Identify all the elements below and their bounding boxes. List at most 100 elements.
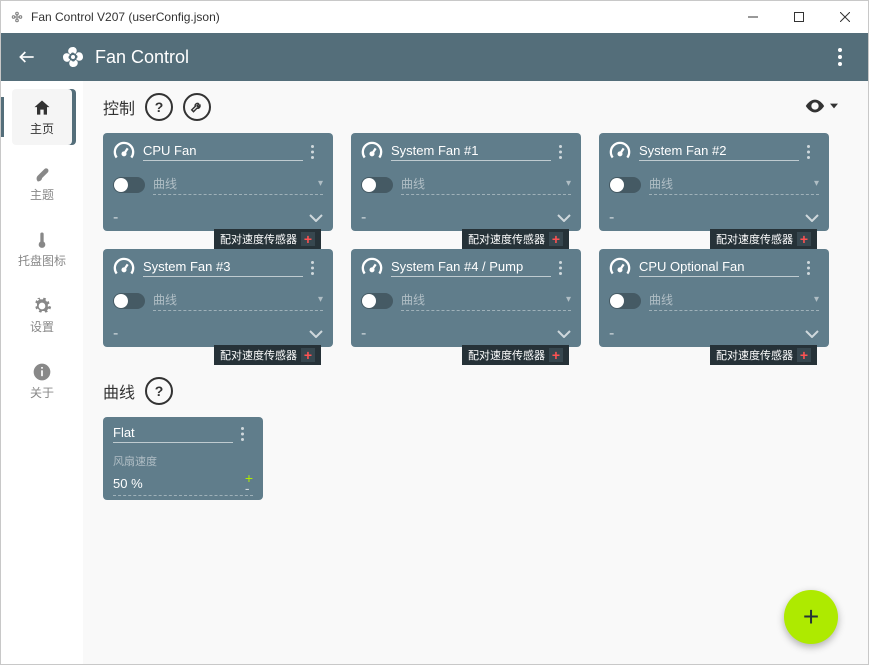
sensor-pair-button[interactable]: 配对速度传感器+ — [462, 229, 569, 249]
close-button[interactable] — [822, 1, 868, 33]
curve-select[interactable]: 曲线▾ — [401, 175, 571, 195]
gear-icon — [32, 296, 52, 316]
info-icon — [32, 362, 52, 382]
curve-select[interactable]: 曲线▾ — [153, 291, 323, 311]
section-curve-header: 曲线 ? — [103, 377, 848, 405]
enable-toggle[interactable] — [113, 177, 145, 193]
expand-button[interactable] — [309, 330, 323, 338]
help-button[interactable]: ? — [145, 93, 173, 121]
control-card: System Fan #4 / Pump曲线▾-配对速度传感器+ — [351, 249, 581, 347]
add-fab[interactable]: + — [784, 590, 838, 644]
curve-select[interactable]: 曲线▾ — [153, 175, 323, 195]
enable-toggle[interactable] — [361, 293, 393, 309]
paint-icon — [32, 164, 52, 184]
sidebar-item-settings[interactable]: 设置 — [12, 287, 72, 343]
card-menu-button[interactable] — [311, 261, 323, 275]
home-icon — [32, 98, 52, 118]
plus-icon: + — [301, 348, 315, 362]
thermometer-icon — [32, 230, 52, 250]
header-menu-button[interactable] — [828, 48, 852, 66]
sidebar-item-theme[interactable]: 主题 — [12, 155, 72, 211]
status-value: - — [609, 209, 614, 227]
minimize-button[interactable] — [730, 1, 776, 33]
chevron-down-icon: ▾ — [814, 178, 819, 189]
fan-name-input[interactable]: CPU Fan — [143, 143, 303, 161]
maximize-button[interactable] — [776, 1, 822, 33]
sidebar-item-label: 托盘图标 — [18, 252, 66, 269]
sensor-pair-button[interactable]: 配对速度传感器+ — [710, 345, 817, 365]
help-button[interactable]: ? — [145, 377, 173, 405]
card-menu-button[interactable] — [241, 427, 253, 441]
expand-button[interactable] — [557, 330, 571, 338]
section-title: 控制 — [103, 95, 135, 119]
app-title: Fan Control — [95, 47, 828, 68]
status-value: - — [361, 325, 366, 343]
curve-name-input[interactable]: Flat — [113, 425, 233, 443]
fan-name-input[interactable]: System Fan #3 — [143, 259, 303, 277]
enable-toggle[interactable] — [361, 177, 393, 193]
control-card: System Fan #2曲线▾-配对速度传感器+ — [599, 133, 829, 231]
curve-select[interactable]: 曲线▾ — [649, 175, 819, 195]
decrease-button[interactable]: - — [245, 483, 253, 493]
gauge-icon — [361, 257, 383, 279]
status-value: - — [113, 325, 118, 343]
curve-select[interactable]: 曲线▾ — [649, 291, 819, 311]
expand-button[interactable] — [557, 214, 571, 222]
main-panel: 控制 ? CPU Fan 曲线▾ - 配对速度传感器+ System Fan #1 曲线▾… — [83, 81, 868, 664]
expand-button[interactable] — [805, 330, 819, 338]
card-menu-button[interactable] — [559, 145, 571, 159]
speed-value-input[interactable]: 50 % — [113, 476, 143, 491]
section-control-header: 控制 ? — [103, 93, 848, 121]
tools-button[interactable] — [183, 93, 211, 121]
curve-card: Flat风扇速度50 %+- — [103, 417, 263, 500]
sensor-pair-button[interactable]: 配对速度传感器+ — [214, 229, 321, 249]
sidebar-item-about[interactable]: 关于 — [12, 353, 72, 409]
fan-name-input[interactable]: System Fan #4 / Pump — [391, 259, 551, 277]
fan-name-input[interactable]: CPU Optional Fan — [639, 259, 799, 277]
sidebar-item-home[interactable]: 主页 — [12, 89, 72, 145]
speed-label: 风扇速度 — [113, 453, 253, 469]
enable-toggle[interactable] — [609, 293, 641, 309]
status-value: - — [361, 209, 366, 227]
chevron-down-icon: ▾ — [318, 178, 323, 189]
plus-icon: + — [549, 232, 563, 246]
chevron-down-icon: ▾ — [566, 178, 571, 189]
plus-icon: + — [797, 232, 811, 246]
control-card: CPU Optional Fan曲线▾-配对速度传感器+ — [599, 249, 829, 347]
sidebar: 主页 主题 托盘图标 设置 关于 — [1, 81, 83, 664]
sensor-pair-button[interactable]: 配对速度传感器+ — [462, 345, 569, 365]
sensor-pair-button[interactable]: 配对速度传感器+ — [710, 229, 817, 249]
enable-toggle[interactable] — [113, 293, 145, 309]
chevron-down-icon: ▾ — [566, 294, 571, 305]
chevron-down-icon: ▾ — [814, 294, 819, 305]
card-menu-button[interactable] — [311, 145, 323, 159]
enable-toggle[interactable] — [609, 177, 641, 193]
fan-name-input[interactable]: System Fan #1 — [391, 143, 551, 161]
gauge-icon — [609, 141, 631, 163]
curve-grid: Flat风扇速度50 %+- — [103, 417, 848, 500]
gauge-icon — [113, 257, 135, 279]
card-menu-button[interactable] — [559, 261, 571, 275]
app-icon — [9, 9, 25, 25]
sidebar-item-label: 主页 — [30, 120, 54, 137]
status-value: - — [609, 325, 614, 343]
gauge-icon — [609, 257, 631, 279]
sidebar-item-tray[interactable]: 托盘图标 — [12, 221, 72, 277]
card-menu-button[interactable] — [807, 145, 819, 159]
visibility-toggle[interactable] — [804, 95, 838, 117]
control-grid: CPU Fan 曲线▾ - 配对速度传感器+ System Fan #1 曲线▾ - 配对速度… — [103, 133, 848, 347]
sidebar-item-label: 关于 — [30, 384, 54, 401]
sensor-pair-button[interactable]: 配对速度传感器+ — [214, 345, 321, 365]
expand-button[interactable] — [805, 214, 819, 222]
window-titlebar: Fan Control V207 (userConfig.json) — [1, 1, 868, 33]
curve-select[interactable]: 曲线▾ — [401, 291, 571, 311]
chevron-down-icon: ▾ — [318, 294, 323, 305]
gauge-icon — [113, 141, 135, 163]
content-area: 主页 主题 托盘图标 设置 关于 — [1, 81, 868, 664]
back-button[interactable] — [17, 47, 37, 67]
window-title: Fan Control V207 (userConfig.json) — [31, 10, 730, 24]
card-menu-button[interactable] — [807, 261, 819, 275]
fan-name-input[interactable]: System Fan #2 — [639, 143, 799, 161]
fan-icon — [61, 45, 85, 69]
expand-button[interactable] — [309, 214, 323, 222]
